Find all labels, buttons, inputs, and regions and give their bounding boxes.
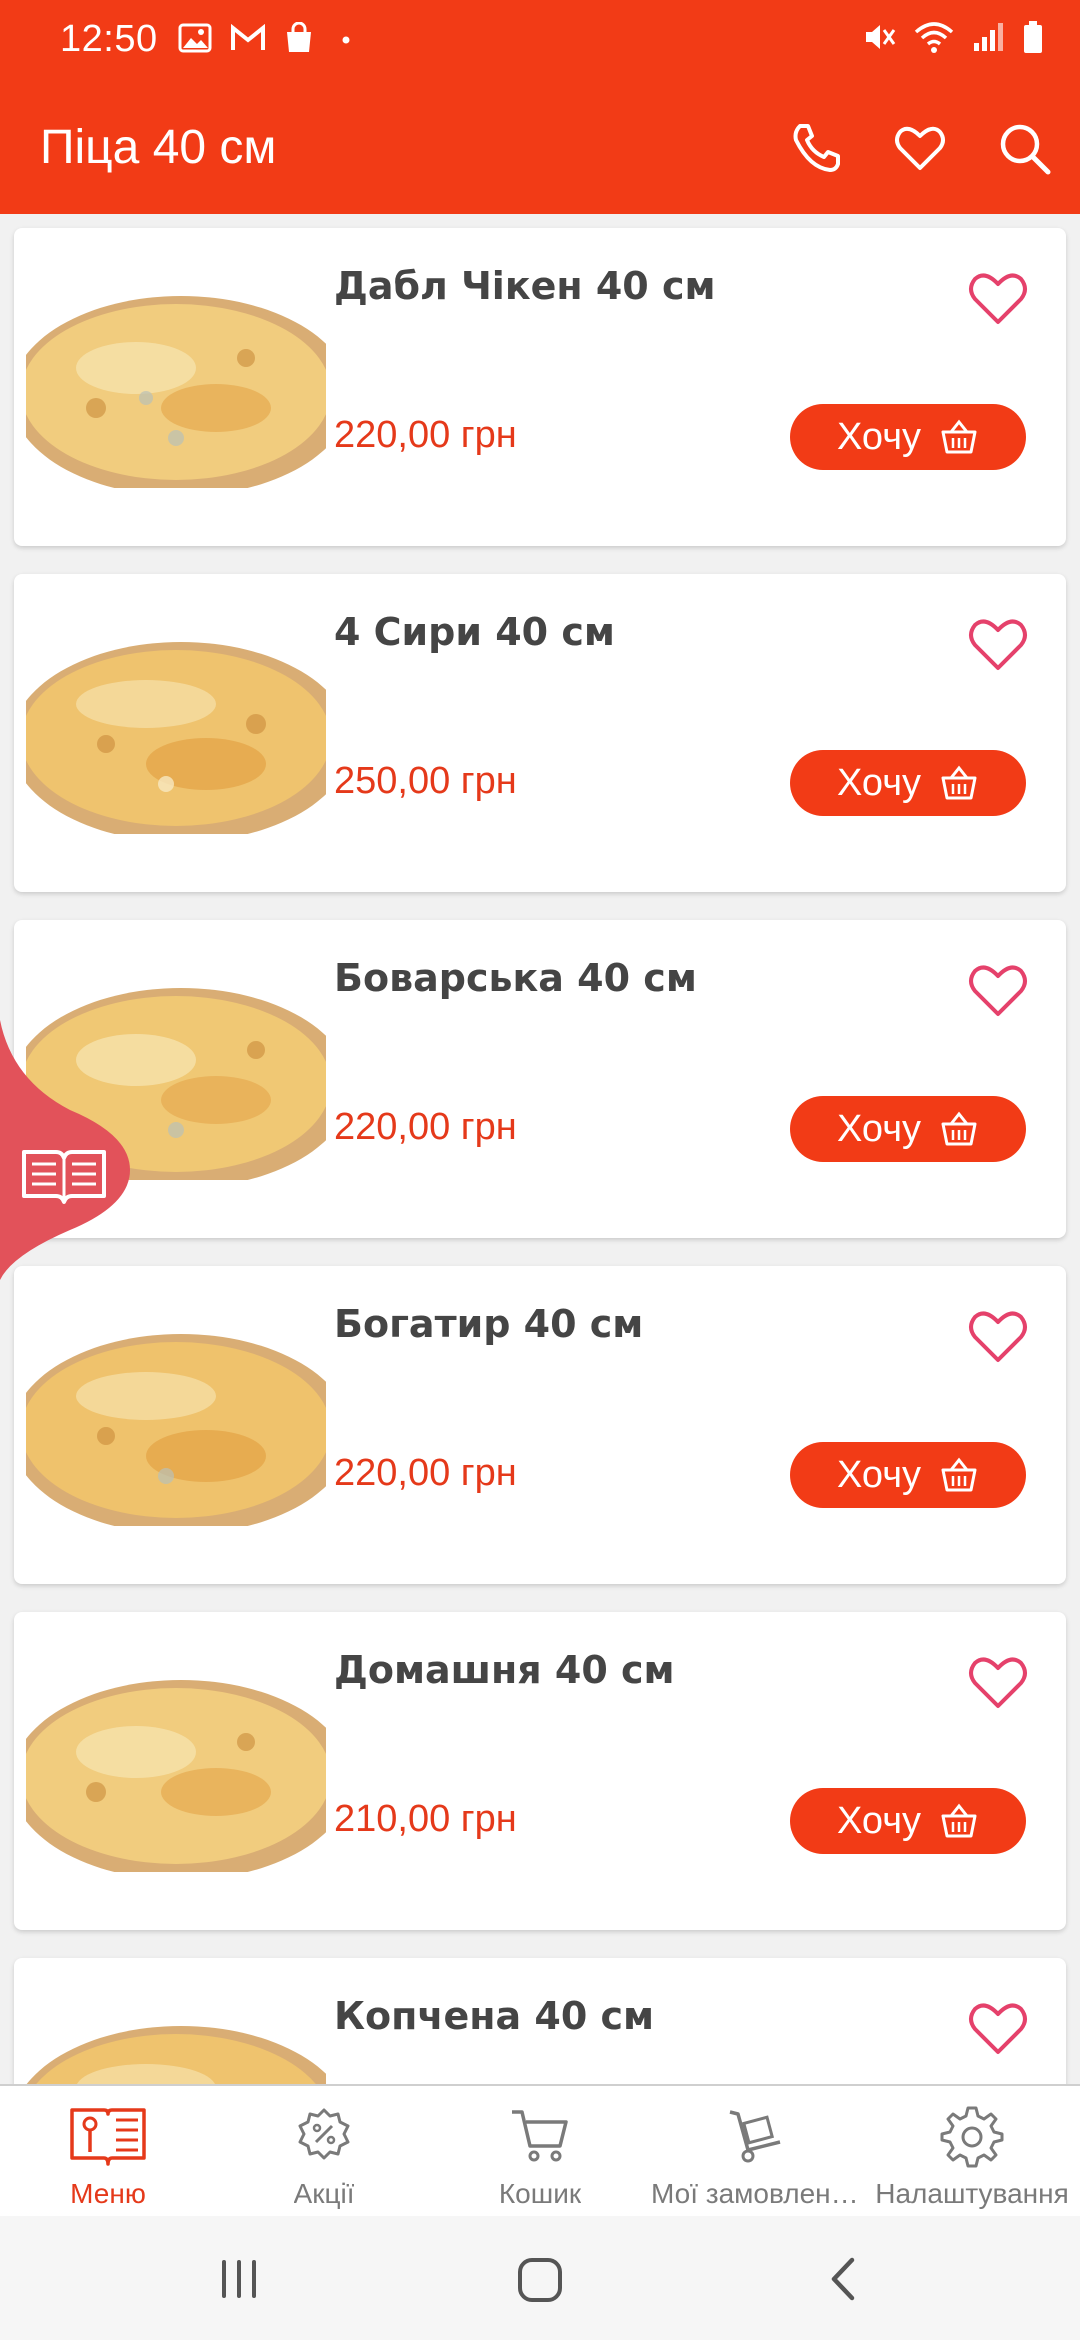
nav-settings[interactable]: Налаштування: [864, 2086, 1080, 2216]
favorite-button[interactable]: [962, 262, 1034, 334]
favorite-button[interactable]: [962, 1992, 1034, 2064]
nav-promotions[interactable]: Акції: [216, 2086, 432, 2216]
nav-label: Мої замовлення: [651, 2178, 861, 2209]
product-name[interactable]: Дабл Чікен 40 см: [334, 264, 716, 308]
heart-icon: [969, 273, 1027, 324]
basket-icon: [941, 1457, 977, 1492]
heart-icon: [969, 1657, 1027, 1708]
product-price: 220,00 грн: [334, 414, 517, 456]
pizza-image: [26, 1334, 326, 1526]
heart-icon: [969, 965, 1027, 1016]
battery-icon: [1024, 21, 1042, 53]
menu-book-icon: [70, 2108, 146, 2166]
product-price: 210,00 грн: [334, 1798, 517, 1840]
heart-icon: [895, 126, 945, 170]
app-bar-actions: [786, 118, 1054, 178]
product-price: 250,00 грн: [334, 760, 517, 802]
page-title: Піца 40 см: [40, 121, 277, 174]
back-icon[interactable]: [820, 2254, 870, 2304]
shopping-bag-icon: [287, 22, 311, 52]
delivery-cart-icon: [729, 2110, 781, 2163]
add-to-cart-button[interactable]: Хочу: [790, 1788, 1026, 1854]
add-to-cart-button[interactable]: Хочу: [790, 1096, 1026, 1162]
dot-icon: [342, 36, 350, 44]
cart-icon: [512, 2110, 568, 2162]
menu-bubble-button[interactable]: [0, 1020, 140, 1280]
nav-cart[interactable]: Кошик: [432, 2086, 648, 2216]
mute-icon: [866, 25, 896, 49]
gmail-icon: [231, 24, 265, 50]
nav-label: Меню: [70, 2178, 146, 2209]
add-to-cart-button[interactable]: Хочу: [790, 750, 1026, 816]
favorite-button[interactable]: [962, 1300, 1034, 1372]
gear-icon: [940, 2106, 1004, 2168]
favorite-button[interactable]: [962, 954, 1034, 1026]
nav-label: Налаштування: [875, 2178, 1069, 2209]
heart-icon: [969, 619, 1027, 670]
product-name[interactable]: Копчена 40 см: [334, 1994, 654, 2038]
basket-icon: [941, 1111, 977, 1146]
product-name[interactable]: Боварська 40 см: [334, 956, 697, 1000]
heart-icon: [969, 2003, 1027, 2054]
pizza-image: [26, 642, 326, 834]
basket-icon: [941, 1803, 977, 1838]
basket-icon: [941, 765, 977, 800]
notification-icons: [178, 22, 352, 54]
add-to-cart-label: Хочу: [836, 1799, 921, 1842]
heart-icon: [969, 1311, 1027, 1362]
discount-icon: [298, 2108, 350, 2160]
add-to-cart-label: Хочу: [836, 1107, 921, 1150]
pizza-image: [26, 1680, 326, 1872]
nav-label: Кошик: [498, 2178, 582, 2209]
favorite-button[interactable]: [962, 608, 1034, 680]
status-bar: 12:50: [0, 0, 1080, 80]
basket-icon: [941, 419, 977, 454]
product-price: 220,00 грн: [334, 1452, 517, 1494]
nav-menu[interactable]: Меню: [0, 2086, 216, 2216]
add-to-cart-button[interactable]: Хочу: [790, 1442, 1026, 1508]
product-card[interactable]: Дабл Чікен 40 см 220,00 грн Хочу: [14, 228, 1066, 546]
pizza-image: [26, 2026, 326, 2084]
recents-icon[interactable]: [214, 2254, 264, 2304]
product-name[interactable]: Домашня 40 см: [334, 1648, 675, 1692]
search-button[interactable]: [994, 118, 1054, 178]
add-to-cart-label: Хочу: [836, 415, 921, 458]
screen: 12:50 Піца 40 см Дабл Чікен 40 см 220,00…: [0, 0, 1080, 2340]
gallery-icon: [178, 23, 212, 53]
product-card[interactable]: Богатир 40 см 220,00 грн Хочу: [14, 1266, 1066, 1584]
product-card[interactable]: Боварська 40 см 220,00 грн Хочу: [14, 920, 1066, 1238]
favorite-button[interactable]: [962, 1646, 1034, 1718]
system-status-icons: [862, 20, 1044, 54]
home-icon[interactable]: [514, 2254, 566, 2306]
pizza-image: [26, 296, 326, 488]
product-name[interactable]: 4 Сири 40 см: [334, 610, 615, 654]
product-price: 220,00 грн: [334, 1106, 517, 1148]
signal-icon: [974, 23, 1003, 51]
add-to-cart-label: Хочу: [836, 1453, 921, 1496]
favorites-button[interactable]: [890, 118, 950, 178]
nav-label: Акції: [293, 2178, 355, 2209]
product-card[interactable]: 4 Сири 40 см 250,00 грн Хочу: [14, 574, 1066, 892]
product-card[interactable]: Домашня 40 см 210,00 грн Хочу: [14, 1612, 1066, 1930]
product-name[interactable]: Богатир 40 см: [334, 1302, 643, 1346]
nav-my-orders[interactable]: Мої замовлення: [648, 2086, 864, 2216]
call-button[interactable]: [786, 118, 846, 178]
phone-icon: [793, 124, 840, 172]
system-navigation-bar: [0, 2216, 1080, 2340]
search-icon: [1000, 124, 1051, 175]
add-to-cart-button[interactable]: Хочу: [790, 404, 1026, 470]
wifi-icon: [914, 22, 954, 53]
status-time: 12:50: [60, 18, 158, 60]
add-to-cart-label: Хочу: [836, 761, 921, 804]
product-card[interactable]: Копчена 40 см: [14, 1958, 1066, 2084]
product-list[interactable]: Дабл Чікен 40 см 220,00 грн Хочу 4 Сири …: [0, 214, 1080, 2084]
app-bar: Піца 40 см: [0, 80, 1080, 214]
bottom-navigation: Меню Акції Кошик Мої замовлення Налаштув…: [0, 2084, 1080, 2216]
